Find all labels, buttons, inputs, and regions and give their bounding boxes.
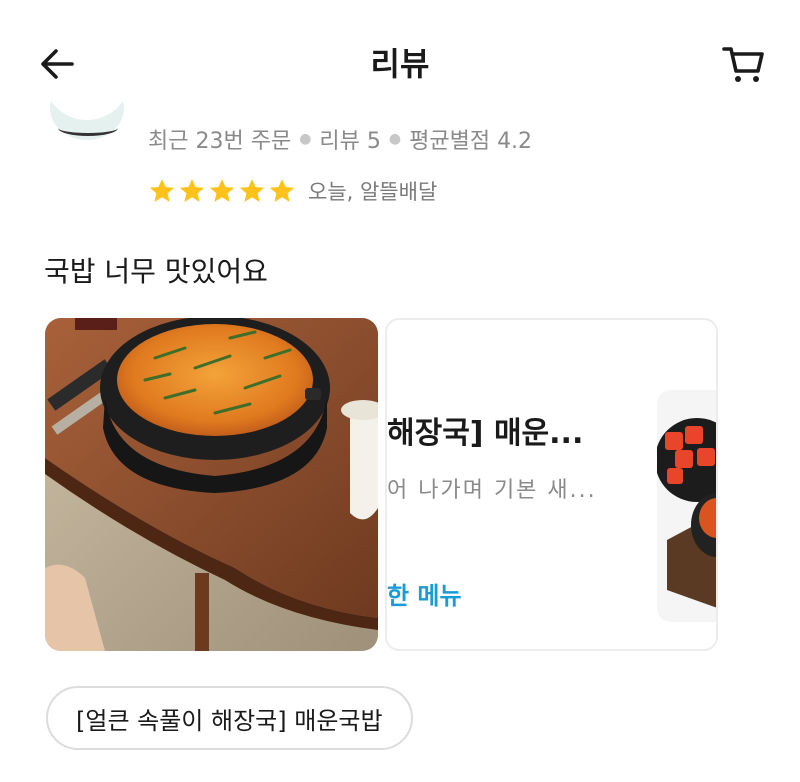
- review-count: 리뷰 5: [319, 129, 381, 154]
- avatar-outline: [58, 120, 118, 136]
- separator-dot: ●: [299, 131, 312, 147]
- review-text: 국밥 너무 맛있어요: [44, 255, 268, 288]
- menu-thumbnail-image: [657, 390, 716, 622]
- rating-row: 오늘, 알뜰배달: [148, 176, 437, 206]
- star-icon: [179, 179, 205, 202]
- ordered-menu-tag[interactable]: [얼큰 속풀이 해장국] 매운국밥: [46, 686, 413, 750]
- star-rating: [148, 177, 296, 205]
- star-icon: [239, 179, 265, 202]
- review-date: 오늘, 알뜰배달: [308, 180, 438, 204]
- average-rating: 평균별점 4.2: [409, 129, 533, 154]
- star-icon: [149, 179, 175, 202]
- separator-dot: ●: [388, 131, 402, 147]
- star-icon: [269, 179, 295, 202]
- recent-orders: 최근 23번 주문: [148, 129, 292, 154]
- reviewer-meta: 최근 23번 주문 ● 리뷰 5 ● 평균별점 4.2: [148, 123, 532, 155]
- menu-card-title: 해장국] 매운...: [387, 416, 584, 451]
- star-icon: [209, 179, 235, 202]
- menu-card-link[interactable]: 한 메뉴: [387, 576, 462, 611]
- menu-card[interactable]: 해장국] 매운... 어 나가며 기본 새... 한 메뉴: [385, 318, 718, 651]
- cart-icon: [722, 47, 764, 82]
- menu-card-description: 어 나가며 기본 새...: [387, 478, 597, 503]
- cart-button[interactable]: [718, 38, 770, 90]
- menu-thumbnail: [657, 390, 716, 622]
- review-photo[interactable]: [45, 318, 378, 651]
- food-photo-image: [45, 318, 378, 651]
